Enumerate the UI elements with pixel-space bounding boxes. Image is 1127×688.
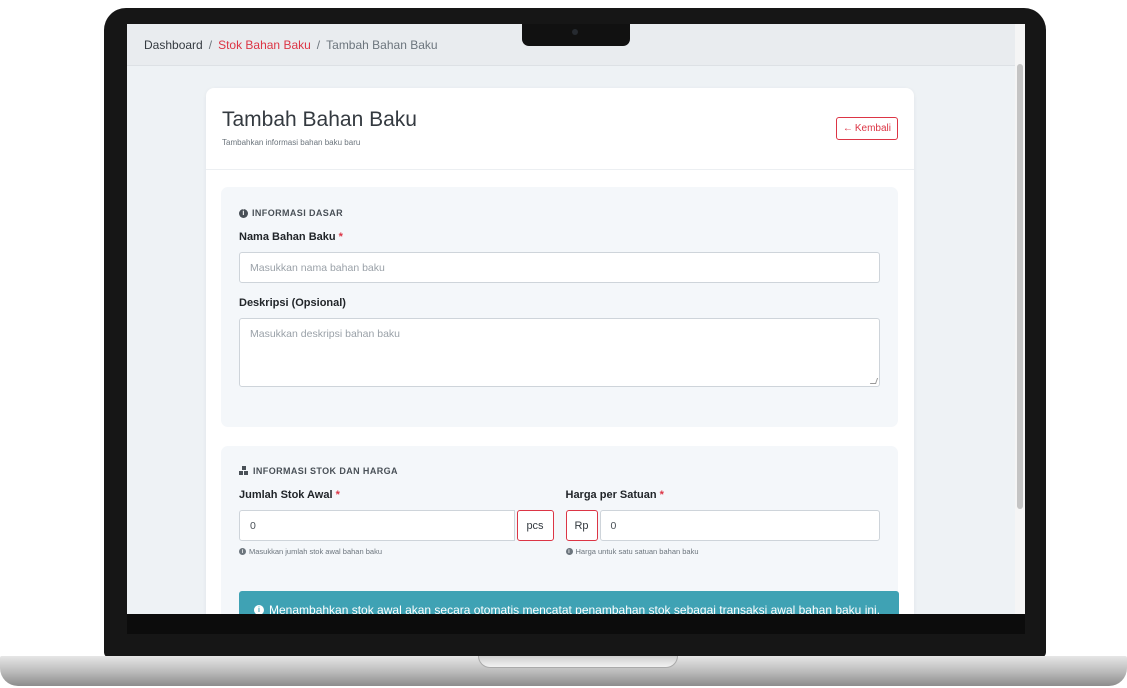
price-input-group: Rp 0 <box>565 510 880 541</box>
price-prefix-addon: Rp <box>565 510 598 541</box>
breadcrumb-current: Tambah Bahan Baku <box>326 37 438 52</box>
info-circle-icon: i <box>239 208 248 218</box>
price-help-text: Harga untuk satu satuan bahan baku <box>575 547 699 556</box>
page-title: Tambah Bahan Baku <box>222 108 417 131</box>
info-circle-icon: i <box>239 548 246 555</box>
boxes-icon <box>239 466 249 476</box>
scrollbar-thumb[interactable] <box>1017 64 1023 509</box>
info-circle-icon: i <box>254 605 264 614</box>
price-label-text: Harga per Satuan <box>565 489 657 501</box>
back-button-label: Kembali <box>854 123 891 134</box>
stock-unit-addon: pcs <box>516 510 554 541</box>
description-textarea[interactable]: Masukkan deskripsi bahan baku <box>239 318 880 387</box>
breadcrumb-home[interactable]: Dashboard <box>144 38 203 52</box>
card-header: Tambah Bahan Baku Tambahkan informasi ba… <box>206 88 914 170</box>
scrollbar[interactable] <box>1015 24 1025 614</box>
stock-input[interactable]: 0 <box>239 510 515 541</box>
price-input[interactable]: 0 <box>599 510 880 541</box>
basic-info-title: INFORMASI DASAR <box>252 208 343 218</box>
basic-info-heading: i INFORMASI DASAR <box>239 208 880 218</box>
breadcrumb-separator: / <box>316 37 321 52</box>
arrow-left-icon: ← <box>842 123 853 134</box>
info-alert: i Menambahkan stok awal akan secara otom… <box>239 591 899 614</box>
description-label: Deskripsi (Opsional) <box>239 297 346 309</box>
stock-value: 0 <box>250 519 256 532</box>
stock-label-text: Jumlah Stok Awal <box>239 489 333 501</box>
name-input[interactable]: Masukkan nama bahan baku <box>239 252 880 283</box>
price-help: i Harga untuk satu satuan bahan baku <box>565 547 881 556</box>
required-marker: * <box>659 489 664 501</box>
stock-price-row: Jumlah Stok Awal * 0 pcs i Masukkan juml… <box>239 489 880 556</box>
camera-notch <box>522 24 630 46</box>
stock-help-text: Masukkan jumlah stok awal bahan baku <box>249 547 382 556</box>
page-subtitle: Tambahkan informasi bahan baku baru <box>222 138 361 147</box>
stock-label: Jumlah Stok Awal * <box>239 489 554 501</box>
breadcrumb-stok-bahan-baku[interactable]: Stok Bahan Baku <box>218 38 311 52</box>
info-circle-icon: i <box>565 548 573 555</box>
stock-info-section: INFORMASI STOK DAN HARGA Jumlah Stok Awa… <box>221 446 899 614</box>
laptop-chin <box>127 614 1025 634</box>
stock-column: Jumlah Stok Awal * 0 pcs i Masukkan juml… <box>239 489 554 556</box>
info-alert-text: Menambahkan stok awal akan secara otomat… <box>269 603 881 614</box>
price-column: Harga per Satuan * Rp 0 i Harga untuk sa… <box>565 489 881 556</box>
stock-info-heading: INFORMASI STOK DAN HARGA <box>239 466 880 476</box>
stock-help: i Masukkan jumlah stok awal bahan baku <box>239 547 554 556</box>
required-marker: * <box>338 231 343 243</box>
price-label: Harga per Satuan * <box>566 489 881 501</box>
description-placeholder: Masukkan deskripsi bahan baku <box>250 328 401 340</box>
back-button[interactable]: ← Kembali <box>835 117 898 140</box>
name-label: Nama Bahan Baku * <box>239 231 880 243</box>
laptop-opening-groove <box>478 656 678 668</box>
camera-icon <box>572 29 578 35</box>
name-label-text: Nama Bahan Baku <box>239 231 336 243</box>
name-input-placeholder: Masukkan nama bahan baku <box>250 261 385 274</box>
stock-info-title: INFORMASI STOK DAN HARGA <box>253 466 398 476</box>
breadcrumb-separator: / <box>208 37 213 52</box>
resize-handle-icon[interactable] <box>869 378 879 384</box>
required-marker: * <box>335 489 340 501</box>
stock-input-group: 0 pcs <box>239 510 554 541</box>
basic-info-section: i INFORMASI DASAR Nama Bahan Baku * Masu… <box>221 187 898 427</box>
form-card: Tambah Bahan Baku Tambahkan informasi ba… <box>206 88 914 614</box>
screen: Dashboard / Stok Bahan Baku / Tambah Bah… <box>127 24 1025 614</box>
price-value: 0 <box>610 519 617 532</box>
